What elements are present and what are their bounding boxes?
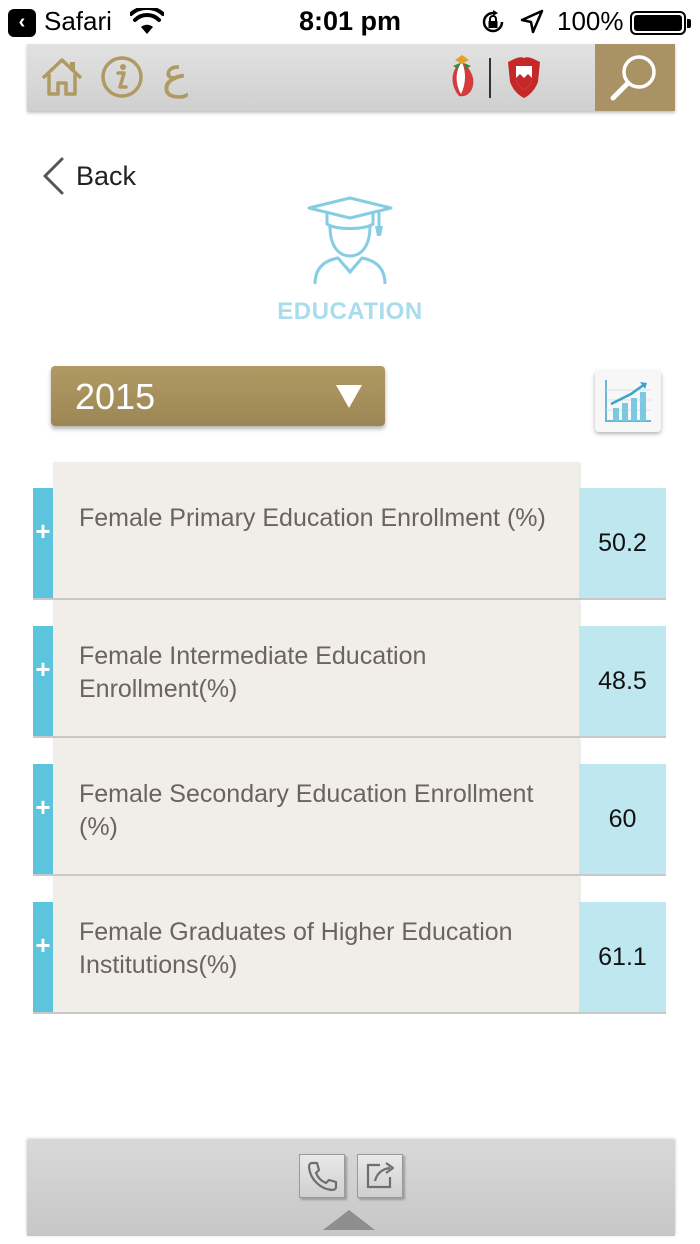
- expand-plus-icon[interactable]: +: [33, 764, 53, 874]
- language-toggle-button[interactable]: ع: [162, 48, 188, 99]
- indicator-value: 61.1: [579, 902, 666, 1012]
- phone-icon: [307, 1161, 338, 1192]
- expand-plus-icon[interactable]: +: [33, 902, 53, 1012]
- indicator-row[interactable]: + Female Graduates of Higher Education I…: [33, 876, 666, 1014]
- row-divider: [33, 1012, 666, 1014]
- search-icon: [610, 55, 656, 101]
- share-button[interactable]: [357, 1154, 403, 1198]
- expand-toolbar-icon[interactable]: [323, 1210, 375, 1230]
- year-dropdown[interactable]: 2015: [51, 366, 385, 426]
- emblem-logo: [452, 55, 474, 97]
- graduate-icon: [307, 196, 393, 285]
- indicator-label: Female Graduates of Higher Education Ins…: [79, 918, 513, 979]
- indicator-card: Female Primary Education Enrollment (%): [53, 462, 579, 598]
- indicator-label: Female Intermediate Education Enrollment…: [79, 642, 427, 703]
- location-arrow-icon: [520, 9, 544, 34]
- triangle-down-icon: [336, 385, 362, 408]
- indicator-card: Female Intermediate Education Enrollment…: [53, 600, 579, 736]
- chevron-left-icon: [43, 157, 64, 195]
- indicator-row[interactable]: + Female Intermediate Education Enrollme…: [33, 600, 666, 738]
- indicator-card: Female Secondary Education Enrollment (%…: [53, 738, 579, 874]
- top-toolbar: ع: [27, 44, 675, 111]
- home-icon[interactable]: [39, 54, 85, 100]
- back-label: Back: [76, 160, 137, 191]
- indicator-value: 60: [579, 764, 666, 874]
- year-value: 2015: [75, 376, 156, 417]
- indicator-value: 50.2: [579, 488, 666, 598]
- rotation-lock-icon: [482, 10, 504, 33]
- logo-divider: [489, 58, 491, 98]
- indicator-card: Female Graduates of Higher Education Ins…: [53, 876, 579, 1012]
- battery-percentage: 100%: [557, 6, 624, 36]
- chart-icon: [605, 380, 651, 422]
- indicator-row[interactable]: + Female Secondary Education Enrollment …: [33, 738, 666, 876]
- battery-icon: [630, 11, 691, 35]
- expand-plus-icon[interactable]: +: [33, 488, 53, 598]
- indicator-value: 48.5: [579, 626, 666, 736]
- back-button[interactable]: Back: [40, 155, 136, 197]
- info-icon[interactable]: [99, 54, 145, 100]
- expand-plus-icon[interactable]: +: [33, 626, 53, 736]
- call-button[interactable]: [299, 1154, 345, 1198]
- search-button[interactable]: [595, 44, 675, 111]
- coat-of-arms-logo: [508, 57, 540, 98]
- indicator-label: Female Secondary Education Enrollment (%…: [79, 780, 534, 841]
- category-title: EDUCATION: [277, 298, 423, 325]
- status-bar: ‹ Safari 8:01 pm 100%: [0, 0, 700, 44]
- indicator-label: Female Primary Education Enrollment (%): [79, 504, 546, 532]
- bottom-toolbar: [27, 1140, 675, 1236]
- indicator-row[interactable]: + Female Primary Education Enrollment (%…: [33, 462, 666, 600]
- share-icon: [366, 1162, 395, 1189]
- chart-button[interactable]: [595, 370, 661, 432]
